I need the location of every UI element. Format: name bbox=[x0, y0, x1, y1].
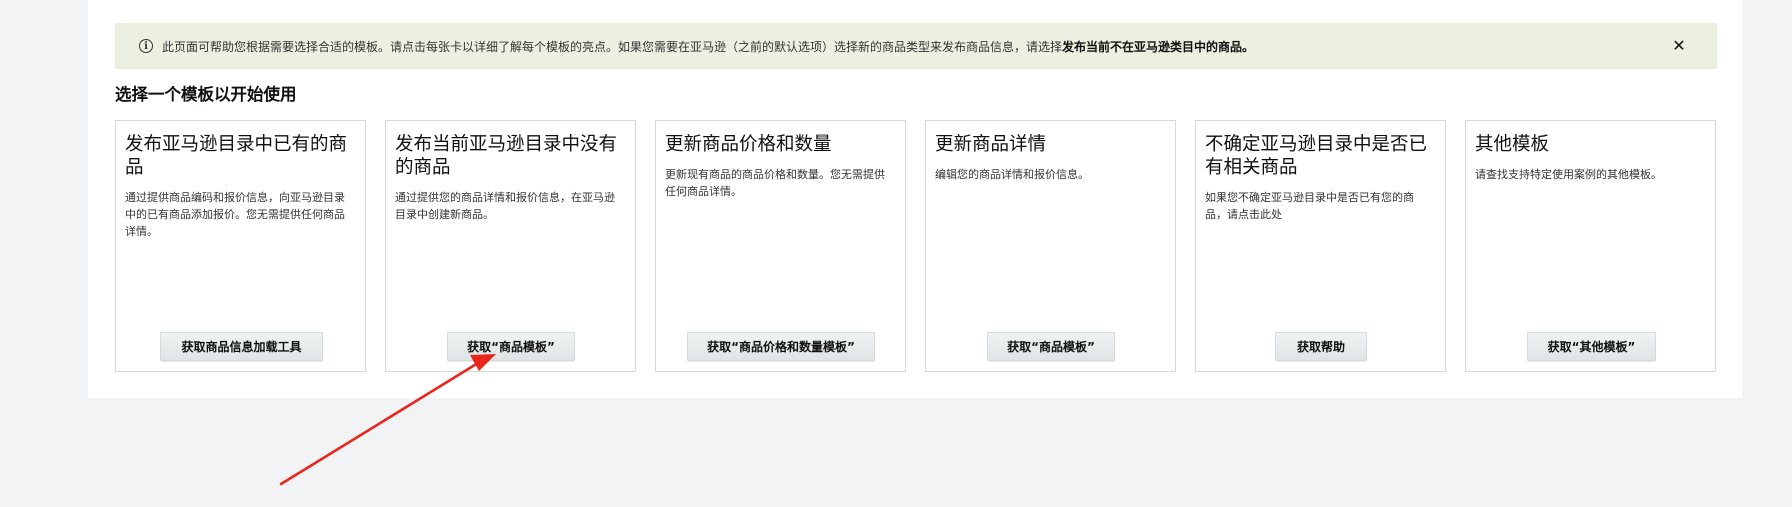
card-title: 不确定亚马逊目录中是否已有相关商品 bbox=[1205, 134, 1428, 178]
card-description: 通过提供您的商品详情和报价信息，在亚马逊目录中创建新商品。 bbox=[395, 191, 615, 221]
section-title: 选择一个模板以开始使用 bbox=[115, 85, 297, 104]
card-other-templates[interactable]: 其他模板 请查找支持特定使用案例的其他模板。 获取“其他模板” bbox=[1465, 120, 1716, 372]
card-description: 更新现有商品的商品价格和数量。您无需提供任何商品详情。 bbox=[665, 168, 885, 198]
get-listing-loader-button[interactable]: 获取商品信息加载工具 bbox=[160, 332, 323, 361]
card-title: 发布亚马逊目录中已有的商品 bbox=[125, 134, 348, 178]
get-price-quantity-template-button[interactable]: 获取“商品价格和数量模板” bbox=[687, 332, 875, 361]
close-icon[interactable]: ✕ bbox=[1671, 38, 1687, 54]
card-description: 编辑您的商品详情和报价信息。 bbox=[935, 168, 1089, 181]
info-banner: i 此页面可帮助您根据需要选择合适的模板。请点击每张卡以详细了解每个模板的亮点。… bbox=[115, 23, 1717, 69]
banner-text-bold: 发布当前不在亚马逊类目中的商品。 bbox=[1062, 39, 1255, 54]
get-other-templates-button[interactable]: 获取“其他模板” bbox=[1527, 332, 1656, 361]
get-help-button[interactable]: 获取帮助 bbox=[1275, 332, 1367, 361]
get-product-template-button[interactable]: 获取“商品模板” bbox=[447, 332, 575, 361]
banner-text: 此页面可帮助您根据需要选择合适的模板。请点击每张卡以详细了解每个模板的亮点。如果… bbox=[162, 38, 1671, 55]
card-description: 请查找支持特定使用案例的其他模板。 bbox=[1475, 168, 1662, 181]
card-new-products[interactable]: 发布当前亚马逊目录中没有的商品 通过提供您的商品详情和报价信息，在亚马逊目录中创… bbox=[385, 120, 636, 372]
card-description: 如果您不确定亚马逊目录中是否已有您的商品，请点击此处 bbox=[1205, 191, 1414, 221]
banner-text-regular: 此页面可帮助您根据需要选择合适的模板。请点击每张卡以详细了解每个模板的亮点。如果… bbox=[162, 39, 1063, 54]
card-title: 发布当前亚马逊目录中没有的商品 bbox=[395, 134, 618, 178]
template-cards: 发布亚马逊目录中已有的商品 通过提供商品编码和报价信息，向亚马逊目录中的已有商品… bbox=[115, 120, 1717, 372]
card-description: 通过提供商品编码和报价信息，向亚马逊目录中的已有商品添加报价。您无需提供任何商品… bbox=[125, 191, 345, 238]
card-title: 其他模板 bbox=[1475, 134, 1550, 155]
card-price-quantity[interactable]: 更新商品价格和数量 更新现有商品的商品价格和数量。您无需提供任何商品详情。 获取… bbox=[655, 120, 906, 372]
card-existing-products[interactable]: 发布亚马逊目录中已有的商品 通过提供商品编码和报价信息，向亚马逊目录中的已有商品… bbox=[115, 120, 366, 372]
get-product-template-button-2[interactable]: 获取“商品模板” bbox=[987, 332, 1115, 361]
info-icon: i bbox=[139, 39, 153, 53]
card-update-details[interactable]: 更新商品详情 编辑您的商品详情和报价信息。 获取“商品模板” bbox=[925, 120, 1176, 372]
card-not-sure[interactable]: 不确定亚马逊目录中是否已有相关商品 如果您不确定亚马逊目录中是否已有您的商品，请… bbox=[1195, 120, 1446, 372]
card-title: 更新商品详情 bbox=[935, 134, 1047, 155]
card-title: 更新商品价格和数量 bbox=[665, 134, 832, 155]
